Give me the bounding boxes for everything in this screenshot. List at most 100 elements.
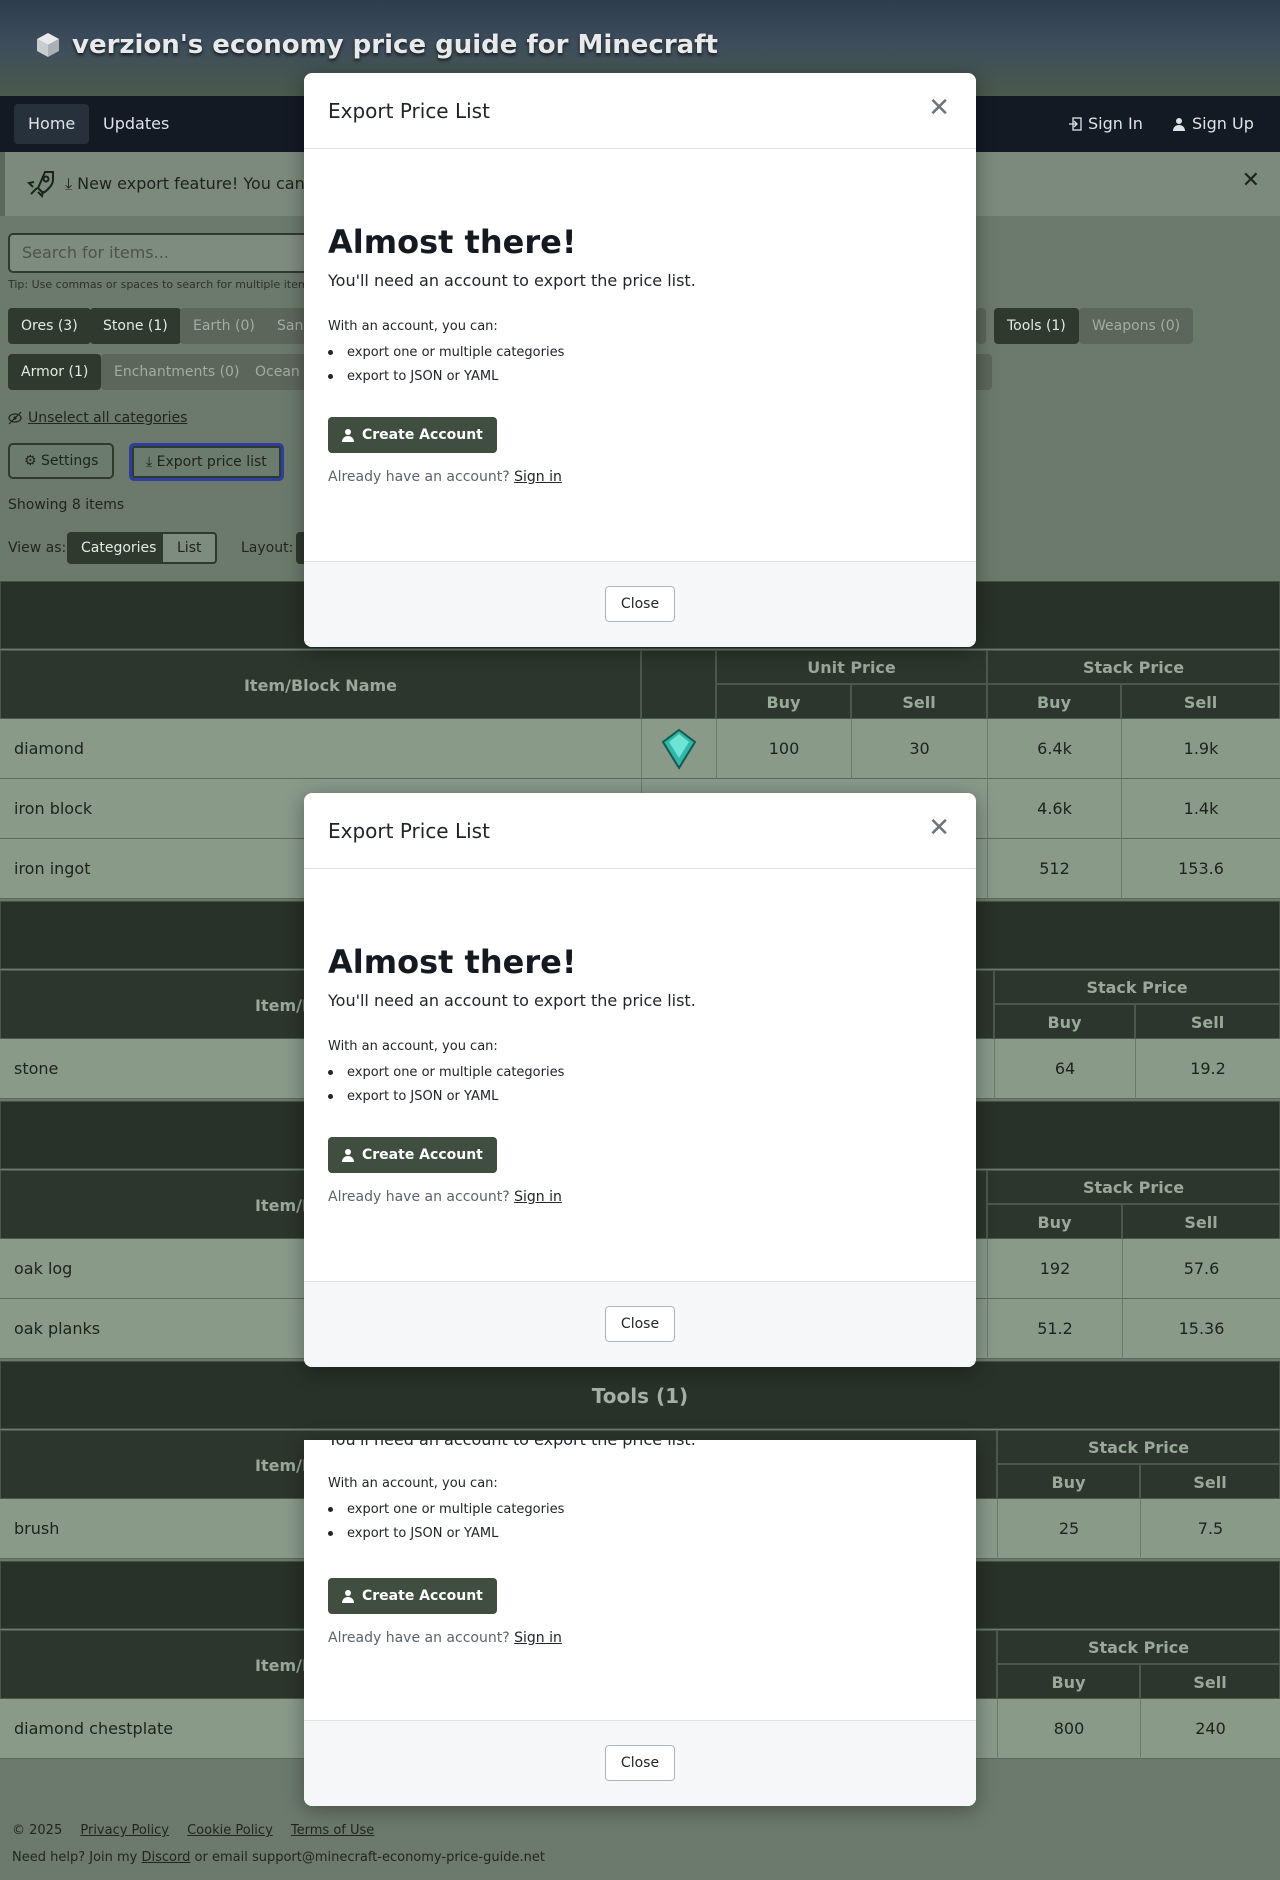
- already-have-account: Already have an account? Sign in: [328, 1189, 562, 1205]
- export-modal: Export Price List ✕ Almost there! You'll…: [304, 73, 976, 647]
- discord-link[interactable]: Discord: [142, 1850, 191, 1865]
- unselect-all-link[interactable]: Unselect all categories: [8, 410, 187, 426]
- category-chip-stone[interactable]: Stone (1): [90, 308, 181, 344]
- settings-label: Settings: [41, 453, 99, 469]
- showing-count: Showing 8 items: [8, 497, 125, 513]
- column-header-stack-sell: Sell: [1140, 1464, 1280, 1499]
- column-header-stack-buy: Buy: [987, 684, 1121, 719]
- category-chip-weapons[interactable]: Weapons (0): [1079, 308, 1194, 344]
- create-account-button[interactable]: Create Account: [328, 1137, 497, 1173]
- item-name: diamond: [14, 739, 85, 758]
- section-header-tools: Tools (1): [0, 1361, 1280, 1429]
- export-label: Export price list: [156, 454, 267, 470]
- layout-label: Layout:: [241, 540, 294, 556]
- user-icon: [342, 1590, 354, 1603]
- feature-item: export one or multiple categories: [328, 1502, 564, 1517]
- unselect-all-label: Unselect all categories: [28, 410, 188, 426]
- column-header-stack-buy: Buy: [997, 1664, 1140, 1699]
- user-icon: [342, 1149, 354, 1162]
- privacy-policy-link[interactable]: Privacy Policy: [80, 1823, 169, 1838]
- export-modal: Export Price List ✕ Almost there! You'll…: [304, 793, 976, 1367]
- sign-up-label: Sign Up: [1192, 114, 1254, 133]
- table-row[interactable]: diamond 100 30 6.4k 1.9k: [0, 719, 1280, 779]
- column-header-stack-price: Stack Price: [997, 1630, 1280, 1664]
- category-chip-tools[interactable]: Tools (1): [994, 308, 1079, 344]
- modal-footer: Close: [304, 1720, 976, 1806]
- modal-footer: Close: [304, 561, 976, 647]
- stack-sell: 57.6: [1122, 1239, 1280, 1299]
- banner-message: New export feature! You can no: [77, 174, 330, 193]
- create-account-button[interactable]: Create Account: [328, 1578, 497, 1614]
- view-categories-toggle[interactable]: Categories: [67, 532, 171, 564]
- modal-close-button[interactable]: Close: [605, 1745, 675, 1781]
- modal-close-button[interactable]: Close: [605, 586, 675, 622]
- modal-header: Export Price List ✕: [304, 73, 976, 149]
- feature-item: export one or multiple categories: [328, 1065, 564, 1080]
- column-header-icon: [641, 650, 716, 719]
- column-header-stack-price: Stack Price: [987, 650, 1280, 684]
- site-title[interactable]: verzion's economy price guide for Minecr…: [34, 30, 718, 60]
- create-account-label: Create Account: [362, 1588, 483, 1604]
- column-header-unit-sell: Sell: [851, 684, 987, 719]
- footer-links: © 2025 Privacy Policy Cookie Policy Term…: [12, 1823, 374, 1838]
- create-account-label: Create Account: [362, 427, 483, 443]
- view-list-toggle[interactable]: List: [161, 532, 218, 564]
- modal-body: Almost there! You'll need an account to …: [304, 149, 976, 561]
- banner-close-button[interactable]: ✕: [1242, 168, 1260, 193]
- export-price-list-button[interactable]: ⤓ Export price list: [129, 443, 284, 481]
- stack-buy: 800: [997, 1699, 1140, 1759]
- help-suffix: or email support@minecraft-economy-price…: [194, 1850, 545, 1865]
- cookie-policy-link[interactable]: Cookie Policy: [187, 1823, 273, 1838]
- category-chip-armor[interactable]: Armor (1): [8, 354, 102, 390]
- modal-title: Export Price List: [328, 819, 490, 843]
- category-chip-ores[interactable]: Ores (3): [8, 308, 91, 344]
- category-chip-enchantments[interactable]: Enchantments (0): [101, 354, 253, 390]
- terms-of-use-link[interactable]: Terms of Use: [291, 1823, 374, 1838]
- column-header-stack-price: Stack Price: [994, 970, 1280, 1004]
- feature-item: export one or multiple categories: [328, 345, 564, 360]
- download-icon: ⤓: [65, 174, 73, 193]
- feature-item: export to JSON or YAML: [328, 1089, 498, 1104]
- column-header-stack-price: Stack Price: [987, 1170, 1280, 1204]
- modal-sign-in-link[interactable]: Sign in: [514, 1189, 562, 1205]
- modal-sign-in-link[interactable]: Sign in: [514, 1630, 562, 1646]
- nav-home[interactable]: Home: [14, 104, 90, 144]
- eye-slash-icon: [8, 411, 22, 425]
- modal-with-label: With an account, you can:: [328, 1476, 498, 1491]
- rocket-icon: [26, 171, 54, 199]
- sign-up-link[interactable]: Sign Up: [1172, 104, 1254, 144]
- stack-sell: 240: [1140, 1699, 1280, 1759]
- column-header-stack-sell: Sell: [1140, 1664, 1280, 1699]
- modal-close-icon[interactable]: ✕: [928, 93, 950, 123]
- stack-sell: 1.9k: [1121, 719, 1280, 779]
- stack-sell: 7.5: [1140, 1499, 1280, 1559]
- category-chip-earth[interactable]: Earth (0): [180, 308, 268, 344]
- already-text: Already have an account?: [328, 1630, 510, 1646]
- modal-heading: Almost there!: [328, 943, 577, 981]
- already-text: Already have an account?: [328, 1189, 510, 1205]
- stack-buy: 51.2: [987, 1299, 1122, 1359]
- column-header-name: Item/Block Name: [0, 650, 641, 719]
- create-account-button[interactable]: Create Account: [328, 417, 497, 453]
- create-account-label: Create Account: [362, 1147, 483, 1163]
- column-header-stack-sell: Sell: [1122, 1204, 1280, 1239]
- category-chip-hidden[interactable]: [976, 308, 986, 344]
- stack-sell: 153.6: [1121, 839, 1280, 899]
- modal-subtext: You'll need an account to export the pri…: [328, 991, 696, 1010]
- modal-subtext: You'll need an account to export the pri…: [328, 1440, 696, 1449]
- modal-sign-in-link[interactable]: Sign in: [514, 469, 562, 485]
- modal-close-icon[interactable]: ✕: [928, 813, 950, 843]
- modal-header: Export Price List ✕: [304, 793, 976, 869]
- nav-updates[interactable]: Updates: [89, 104, 183, 144]
- column-header-stack-price: Stack Price: [997, 1430, 1280, 1464]
- sign-in-link[interactable]: Sign In: [1068, 104, 1143, 144]
- stack-buy: 4.6k: [987, 779, 1121, 839]
- already-have-account: Already have an account? Sign in: [328, 469, 562, 485]
- cube-icon: [37, 33, 59, 57]
- stack-buy: 192: [987, 1239, 1122, 1299]
- settings-button[interactable]: ⚙ Settings: [8, 443, 115, 479]
- modal-close-button[interactable]: Close: [605, 1306, 675, 1342]
- feature-item: export to JSON or YAML: [328, 1526, 498, 1541]
- column-header-stack-sell: Sell: [1135, 1004, 1280, 1039]
- user-icon: [342, 429, 354, 442]
